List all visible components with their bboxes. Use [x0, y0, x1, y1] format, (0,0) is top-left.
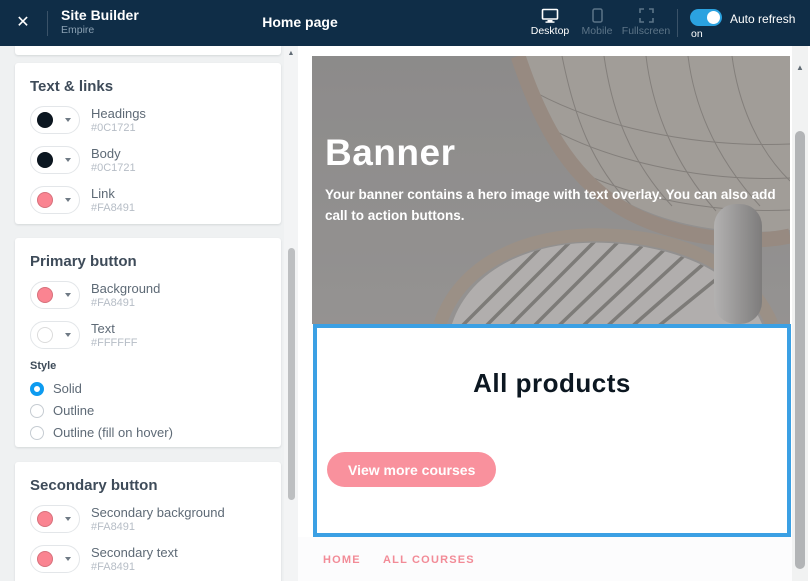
color-swatch — [37, 112, 53, 128]
preview-scrollbar[interactable]: ▲ — [792, 46, 808, 581]
view-more-courses-button[interactable]: View more courses — [327, 452, 496, 487]
site-preview-pane: Banner Your banner contains a hero image… — [298, 46, 792, 581]
link-color-row: Link #FA8491 — [30, 185, 266, 215]
swatch-hex: #0C1721 — [91, 162, 136, 175]
color-swatch — [37, 551, 53, 567]
banner-heading: Banner — [325, 132, 455, 174]
banner-hero-section[interactable]: Banner Your banner contains a hero image… — [312, 56, 790, 324]
color-swatch — [37, 327, 53, 343]
chevron-down-icon — [65, 158, 71, 162]
color-swatch — [37, 511, 53, 527]
header-divider — [677, 9, 678, 37]
section-title: Text & links — [30, 77, 266, 97]
desktop-icon — [541, 8, 559, 23]
radio-selected-icon[interactable] — [30, 382, 44, 396]
primary-text-row: Text #FFFFFF — [30, 320, 266, 350]
scroll-up-icon[interactable]: ▲ — [792, 63, 808, 73]
sidebar-scrollbar-thumb[interactable] — [288, 248, 295, 500]
desktop-view-button[interactable]: Desktop — [525, 8, 575, 37]
settings-sidebar: Text & links Headings #0C1721 Body #0C17… — [0, 46, 284, 581]
color-swatch — [37, 152, 53, 168]
style-label: Style — [30, 360, 266, 372]
swatch-hex: #FA8491 — [91, 297, 160, 310]
page-title: Home page — [220, 14, 380, 30]
app-title: Site Builder — [61, 6, 139, 24]
swatch-hex: #FA8491 — [91, 521, 225, 534]
mobile-label: Mobile — [577, 25, 617, 37]
primary-button-section: Primary button Background #FA8491 Text #… — [15, 238, 281, 447]
radio-label: Outline — [53, 403, 94, 418]
preview-scrollbar-thumb[interactable] — [795, 131, 805, 569]
fullscreen-label: Fullscreen — [618, 25, 674, 37]
swatch-hex: #FFFFFF — [91, 337, 137, 350]
chevron-down-icon — [65, 517, 71, 521]
mobile-view-button[interactable]: Mobile — [577, 8, 617, 37]
body-color-dropdown[interactable] — [30, 146, 80, 174]
swatch-label: Headings — [91, 106, 146, 122]
site-footer: HOME ALL COURSES — [298, 537, 792, 581]
section-title: Primary button — [30, 252, 266, 272]
mobile-icon — [592, 8, 603, 23]
style-option-outline-fill[interactable]: Outline (fill on hover) — [30, 425, 266, 440]
headings-color-dropdown[interactable] — [30, 106, 80, 134]
chevron-down-icon — [65, 118, 71, 122]
radio-icon[interactable] — [30, 426, 44, 440]
footer-link-home[interactable]: HOME — [323, 554, 361, 566]
color-swatch — [37, 287, 53, 303]
auto-refresh-toggle[interactable] — [690, 9, 722, 26]
desktop-label: Desktop — [525, 25, 575, 37]
style-option-solid[interactable]: Solid — [30, 381, 266, 396]
fullscreen-view-button[interactable]: Fullscreen — [618, 8, 674, 37]
secondary-background-row: Secondary background #FA8491 — [30, 504, 266, 534]
swatch-label: Secondary background — [91, 505, 225, 521]
app-title-block: Site Builder Empire — [61, 6, 139, 37]
primary-background-row: Background #FA8491 — [30, 280, 266, 310]
swatch-hex: #FA8491 — [91, 202, 135, 215]
secondary-button-section: Secondary button Secondary background #F… — [15, 462, 281, 581]
radio-icon[interactable] — [30, 404, 44, 418]
swatch-hex: #FA8491 — [91, 561, 178, 574]
swatch-label: Text — [91, 321, 137, 337]
sidebar-scrollbar[interactable]: ▲ — [284, 46, 298, 581]
radio-label: Solid — [53, 381, 82, 396]
banner-description: Your banner contains a hero image with t… — [325, 184, 779, 226]
app-subtitle: Empire — [61, 24, 139, 37]
body-color-row: Body #0C1721 — [30, 145, 266, 175]
partial-card-above — [15, 46, 281, 55]
close-icon[interactable]: ✕ — [10, 11, 36, 35]
all-products-section-selected[interactable]: All products View more courses — [313, 324, 791, 537]
headings-color-row: Headings #0C1721 — [30, 105, 266, 135]
swatch-label: Background — [91, 281, 160, 297]
radio-label: Outline (fill on hover) — [53, 425, 173, 440]
secondary-text-dropdown[interactable] — [30, 545, 80, 573]
chevron-down-icon — [65, 333, 71, 337]
color-swatch — [37, 192, 53, 208]
auto-refresh-label: Auto refresh — [730, 12, 795, 26]
footer-link-all-courses[interactable]: ALL COURSES — [383, 554, 475, 566]
secondary-background-dropdown[interactable] — [30, 505, 80, 533]
swatch-label: Secondary text — [91, 545, 178, 561]
fullscreen-icon — [639, 8, 654, 23]
all-products-heading: All products — [317, 368, 787, 399]
toggle-knob — [707, 11, 720, 24]
secondary-text-row: Secondary text #FA8491 — [30, 544, 266, 574]
chevron-down-icon — [65, 293, 71, 297]
text-links-section: Text & links Headings #0C1721 Body #0C17… — [15, 63, 281, 224]
link-color-dropdown[interactable] — [30, 186, 80, 214]
auto-refresh-state: on — [691, 28, 703, 40]
top-bar: ✕ Site Builder Empire Home page Desktop … — [0, 0, 810, 46]
primary-text-dropdown[interactable] — [30, 321, 80, 349]
chevron-down-icon — [65, 198, 71, 202]
style-option-outline[interactable]: Outline — [30, 403, 266, 418]
section-title: Secondary button — [30, 476, 266, 496]
header-divider — [47, 11, 48, 36]
swatch-label: Link — [91, 186, 135, 202]
scroll-up-icon[interactable]: ▲ — [284, 49, 298, 59]
primary-background-dropdown[interactable] — [30, 281, 80, 309]
chevron-down-icon — [65, 557, 71, 561]
swatch-label: Body — [91, 146, 136, 162]
swatch-hex: #0C1721 — [91, 122, 146, 135]
